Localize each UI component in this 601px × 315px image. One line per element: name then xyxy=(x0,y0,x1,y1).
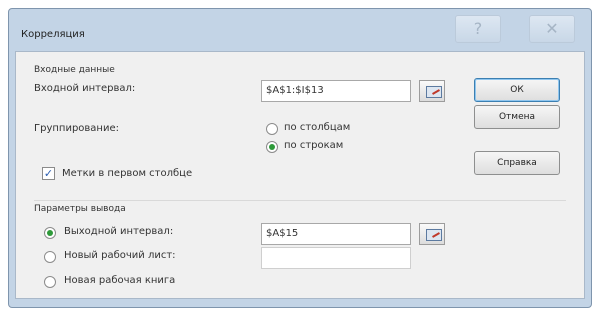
output-range-ref-button[interactable] xyxy=(419,223,445,245)
labels-first-column-checkbox[interactable]: ✓ xyxy=(42,167,55,180)
collapse-dialog-icon xyxy=(426,86,442,98)
close-icon: ✕ xyxy=(545,19,559,38)
section-divider xyxy=(34,200,566,201)
dialog-title: Корреляция xyxy=(21,29,85,40)
input-range-label: Входной интервал: xyxy=(34,83,136,94)
new-sheet-field[interactable] xyxy=(261,247,411,269)
question-icon: ? xyxy=(473,19,483,38)
title-bar: Корреляция ? ✕ xyxy=(9,9,591,51)
grouping-columns-radio[interactable] xyxy=(266,123,278,135)
grouping-columns-label: по столбцам xyxy=(284,122,351,133)
new-workbook-radio[interactable] xyxy=(44,276,56,288)
check-icon: ✓ xyxy=(43,167,54,180)
ok-button[interactable]: ОК xyxy=(474,78,560,102)
output-range-label: Выходной интервал: xyxy=(64,226,174,237)
close-title-button[interactable]: ✕ xyxy=(529,15,575,43)
correlation-dialog: Корреляция ? ✕ Входные данные Входной ин… xyxy=(8,8,592,308)
collapse-dialog-icon xyxy=(426,229,442,241)
output-range-field[interactable]: $A$15 xyxy=(261,223,411,245)
cancel-button[interactable]: Отмена xyxy=(474,105,560,129)
dialog-body: Входные данные Входной интервал: $A$1:$I… xyxy=(15,51,585,299)
output-section-heading: Параметры вывода xyxy=(34,204,126,214)
labels-first-column-label: Метки в первом столбце xyxy=(62,168,193,179)
grouping-rows-radio[interactable] xyxy=(266,141,278,153)
grouping-label: Группирование: xyxy=(34,123,119,134)
help-button[interactable]: Справка xyxy=(474,151,560,175)
input-range-ref-button[interactable] xyxy=(419,80,445,102)
new-sheet-label: Новый рабочий лист: xyxy=(64,250,176,261)
new-sheet-radio[interactable] xyxy=(44,251,56,263)
grouping-rows-label: по строкам xyxy=(284,140,344,151)
new-workbook-label: Новая рабочая книга xyxy=(64,275,176,286)
help-title-button[interactable]: ? xyxy=(455,15,501,43)
input-section-heading: Входные данные xyxy=(34,65,115,75)
output-range-radio[interactable] xyxy=(44,227,56,239)
input-range-field[interactable]: $A$1:$I$13 xyxy=(261,80,411,102)
